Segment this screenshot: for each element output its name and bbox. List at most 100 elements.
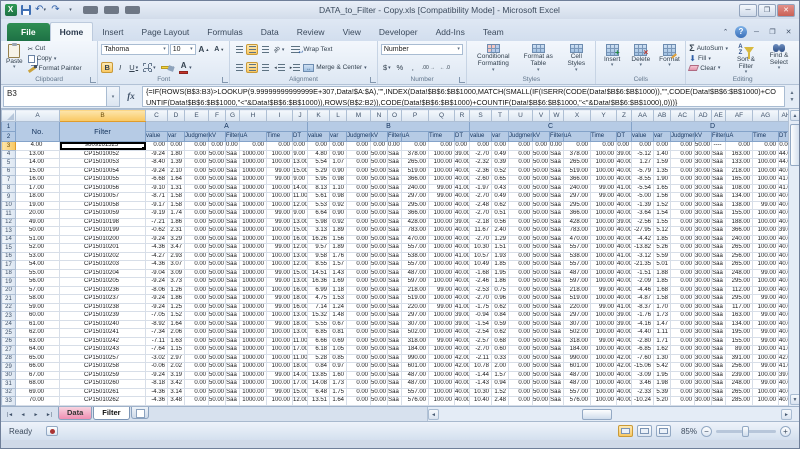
cell[interactable]: 240.00 bbox=[402, 184, 429, 193]
column-header-J[interactable]: J bbox=[293, 110, 308, 122]
cell[interactable]: Saa bbox=[550, 184, 564, 193]
cell[interactable]: 1000.00 bbox=[240, 278, 267, 287]
cell[interactable]: 0.75 bbox=[492, 286, 509, 295]
cell[interactable]: 41.00 bbox=[779, 184, 789, 193]
cell[interactable]: 378.00 bbox=[402, 150, 429, 159]
cell[interactable]: -1.43 bbox=[470, 380, 492, 389]
cell[interactable]: 117.00 bbox=[726, 303, 753, 312]
cell[interactable]: -5.12 bbox=[632, 150, 654, 159]
cell[interactable]: 0.00 bbox=[347, 261, 371, 270]
cell[interactable]: Saa bbox=[550, 312, 564, 321]
cell[interactable]: Saa bbox=[388, 227, 402, 236]
cell-B14[interactable]: CP15010200 bbox=[60, 235, 146, 244]
cell[interactable]: 0.00 bbox=[347, 184, 371, 193]
cell[interactable]: 256.00 bbox=[726, 363, 753, 372]
cell[interactable]: 100.00 bbox=[429, 329, 455, 338]
cell[interactable]: 366.00 bbox=[402, 210, 429, 219]
cell[interactable]: Saa bbox=[388, 278, 402, 287]
cell[interactable]: 100.00 bbox=[429, 150, 455, 159]
cell[interactable]: 1000.00 bbox=[240, 159, 267, 168]
cell[interactable]: -2.48 bbox=[470, 201, 492, 210]
subheader-B-judgment[interactable]: Judgment bbox=[347, 132, 371, 142]
cell-B31[interactable]: CP15010260 bbox=[60, 380, 146, 389]
cell[interactable]: 297.00 bbox=[564, 193, 591, 202]
cell-A12[interactable]: 49.00 bbox=[16, 218, 60, 227]
cell[interactable]: 0.00 bbox=[185, 388, 209, 397]
cell[interactable]: 42.00 bbox=[455, 354, 470, 363]
cell[interactable]: 50.00 bbox=[371, 371, 388, 380]
row-header-29[interactable]: 29 bbox=[2, 363, 16, 372]
cell[interactable]: 0.00 bbox=[185, 269, 209, 278]
cell[interactable]: 50.00 bbox=[533, 218, 550, 227]
cell[interactable]: -15.06 bbox=[632, 363, 654, 372]
subheader-D-filter[interactable]: Filter bbox=[712, 132, 726, 142]
cell[interactable]: 40.00 bbox=[779, 329, 789, 338]
cell[interactable]: 100.00 bbox=[267, 227, 293, 236]
column-header-O[interactable]: O bbox=[388, 110, 402, 122]
row-header-33[interactable]: 33 bbox=[2, 397, 16, 406]
cell[interactable]: 1.48 bbox=[330, 312, 347, 321]
cell[interactable]: Saa bbox=[388, 346, 402, 355]
cell[interactable]: 1.65 bbox=[654, 184, 671, 193]
cell[interactable]: 50.00 bbox=[533, 235, 550, 244]
cell[interactable]: 100.00 bbox=[429, 354, 455, 363]
cell-B23[interactable]: CP15010239 bbox=[60, 312, 146, 321]
cell[interactable]: Saa bbox=[226, 167, 240, 176]
column-header-A[interactable]: A bbox=[16, 110, 60, 122]
cell-A3[interactable]: 4.00 bbox=[16, 142, 60, 151]
cell[interactable]: 1.63 bbox=[168, 337, 185, 346]
next-sheet-button[interactable]: ► bbox=[30, 409, 42, 420]
cell[interactable]: 0.00 bbox=[671, 210, 695, 219]
cell[interactable]: 3.42 bbox=[168, 380, 185, 389]
cell[interactable]: 100.00 bbox=[753, 346, 779, 355]
column-header-AF[interactable]: AF bbox=[726, 110, 753, 122]
cell[interactable]: 50.00 bbox=[533, 159, 550, 168]
cell[interactable]: Saa bbox=[712, 346, 726, 355]
cell[interactable]: 0.00 bbox=[185, 235, 209, 244]
cell[interactable]: 112.00 bbox=[726, 286, 753, 295]
cell[interactable]: 13.00 bbox=[293, 329, 308, 338]
cell[interactable]: 0.00 bbox=[654, 142, 671, 151]
cell[interactable]: 99.00 bbox=[753, 312, 779, 321]
cell[interactable]: 0.92 bbox=[330, 201, 347, 210]
cell[interactable]: Saa bbox=[388, 354, 402, 363]
cell[interactable]: 14.51 bbox=[308, 269, 330, 278]
cell[interactable]: Saa bbox=[550, 218, 564, 227]
cell[interactable]: 3.73 bbox=[168, 278, 185, 287]
cell[interactable]: 100.00 bbox=[591, 210, 617, 219]
cell[interactable]: Saa bbox=[712, 295, 726, 304]
column-header-D[interactable]: D bbox=[168, 110, 185, 122]
cell[interactable]: 1.25 bbox=[168, 303, 185, 312]
cell[interactable]: 0.00 bbox=[617, 142, 632, 151]
scroll-right-icon[interactable]: ► bbox=[781, 409, 792, 420]
cell[interactable]: 40.00 bbox=[779, 388, 789, 397]
cell[interactable]: -2.33 bbox=[632, 388, 654, 397]
cell[interactable]: Saa bbox=[226, 295, 240, 304]
cell[interactable]: 99.00 bbox=[753, 201, 779, 210]
scroll-down-icon[interactable]: ▼ bbox=[790, 394, 800, 405]
cell[interactable]: 0.49 bbox=[492, 193, 509, 202]
cell[interactable]: 100.00 bbox=[591, 312, 617, 321]
format-cells-button[interactable]: Format▾ bbox=[657, 43, 683, 74]
cell[interactable]: Saa bbox=[550, 380, 564, 389]
cell[interactable]: -7.11 bbox=[146, 337, 168, 346]
header-filter[interactable]: Filter bbox=[60, 122, 146, 142]
cell[interactable]: 601.00 bbox=[564, 363, 591, 372]
cell[interactable]: -7.64 bbox=[146, 346, 168, 355]
cell[interactable]: 0.00 bbox=[429, 142, 455, 151]
cell[interactable]: 5.28 bbox=[308, 354, 330, 363]
cell[interactable]: 0.00 bbox=[671, 167, 695, 176]
cell[interactable]: -5.00 bbox=[632, 193, 654, 202]
cell[interactable]: 1.52 bbox=[654, 201, 671, 210]
cell[interactable]: 307.00 bbox=[402, 320, 429, 329]
cell[interactable]: 0.00 bbox=[671, 227, 695, 236]
cell[interactable]: Saa bbox=[388, 193, 402, 202]
cell[interactable]: 248.00 bbox=[726, 269, 753, 278]
cell-B10[interactable]: CP15010058 bbox=[60, 201, 146, 210]
cell[interactable]: 0.00 bbox=[509, 261, 533, 270]
cell[interactable]: 40.00 bbox=[779, 397, 789, 406]
cell[interactable]: Saa bbox=[388, 167, 402, 176]
cell[interactable]: 557.00 bbox=[402, 261, 429, 270]
cell[interactable]: 487.00 bbox=[402, 269, 429, 278]
cell[interactable]: 40.00 bbox=[617, 295, 632, 304]
